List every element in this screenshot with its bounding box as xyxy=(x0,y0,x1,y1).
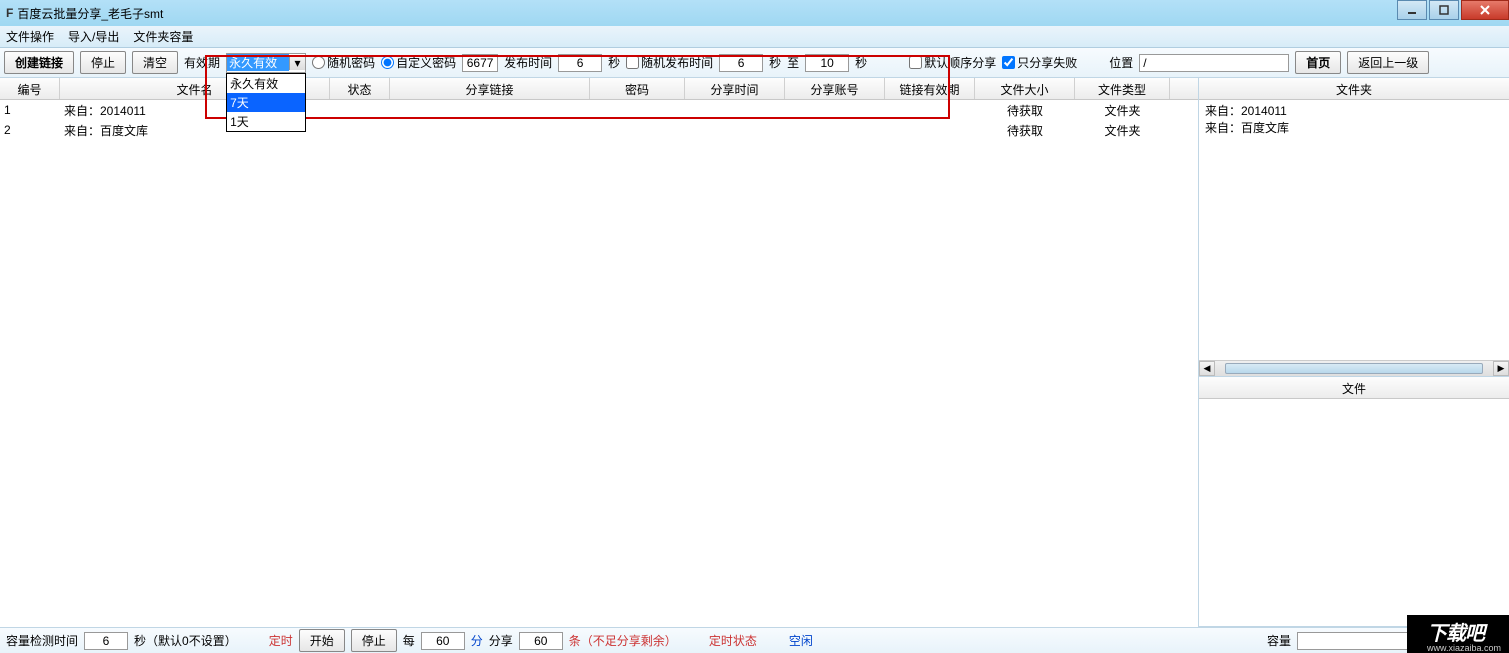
minimize-button[interactable] xyxy=(1397,0,1427,20)
share-count-input[interactable] xyxy=(519,632,563,650)
validity-combo[interactable]: 永久有效 ▾ 永久有效 7天 1天 xyxy=(226,53,306,73)
th-sharetime[interactable]: 分享时间 xyxy=(685,78,785,99)
custom-password-input[interactable] xyxy=(462,54,498,72)
folder-item[interactable]: 来自：2014011 xyxy=(1205,102,1503,119)
seconds-label2: 秒 xyxy=(769,54,781,71)
timer-status-label: 定时状态 xyxy=(709,632,757,649)
validity-option-1d[interactable]: 1天 xyxy=(227,112,305,131)
th-password[interactable]: 密码 xyxy=(590,78,685,99)
h-scrollbar[interactable]: ◀ ▶ xyxy=(1199,360,1509,376)
th-status[interactable]: 状态 xyxy=(330,78,390,99)
content-area: 编号 文件名 状态 分享链接 密码 分享时间 分享账号 链接有效期 文件大小 文… xyxy=(0,78,1509,627)
seconds-label3: 秒 xyxy=(855,54,867,71)
table-header: 编号 文件名 状态 分享链接 密码 分享时间 分享账号 链接有效期 文件大小 文… xyxy=(0,78,1198,100)
table-body: 1 来自：2014011 待获取 文件夹 2 来自：百度文库 xyxy=(0,100,1198,140)
share-label: 分享 xyxy=(489,632,513,649)
only-share-fail-checkbox[interactable]: 只分享失败 xyxy=(1002,54,1077,71)
validity-label: 有效期 xyxy=(184,54,220,71)
create-link-button[interactable]: 创建链接 xyxy=(4,51,74,74)
th-shareacct[interactable]: 分享账号 xyxy=(785,78,885,99)
close-button[interactable] xyxy=(1461,0,1509,20)
folder-item[interactable]: 来自：百度文库 xyxy=(1205,119,1503,136)
scroll-thumb[interactable] xyxy=(1225,363,1483,374)
table-row[interactable]: 2 来自：百度文库 待获取 文件夹 xyxy=(0,120,1198,140)
default-order-checkbox[interactable]: 默认顺序分享 xyxy=(909,54,996,71)
side-panel: 文件夹 来自：2014011 来自：百度文库 ◀ ▶ 文件 xyxy=(1199,78,1509,627)
timer-label: 定时 xyxy=(269,632,293,649)
main-table: 编号 文件名 状态 分享链接 密码 分享时间 分享账号 链接有效期 文件大小 文… xyxy=(0,78,1199,627)
capacity-label: 容量 xyxy=(1267,632,1291,649)
validity-dropdown: 永久有效 7天 1天 xyxy=(226,73,306,132)
watermark: 下载吧 www.xiazaiba.com xyxy=(1407,615,1509,653)
file-header[interactable]: 文件 xyxy=(1199,377,1509,399)
back-button[interactable]: 返回上一级 xyxy=(1347,51,1429,74)
file-section: 文件 xyxy=(1199,377,1509,627)
titlebar: F 百度云批量分享_老毛子smt xyxy=(0,0,1509,26)
menu-file-ops[interactable]: 文件操作 xyxy=(6,28,54,45)
maximize-button[interactable] xyxy=(1429,0,1459,20)
watermark-url: www.xiazaiba.com xyxy=(1427,643,1501,653)
capacity-check-label: 容量检测时间 xyxy=(6,632,78,649)
menu-import-export[interactable]: 导入/导出 xyxy=(68,28,119,45)
minute-label: 分 xyxy=(471,632,483,649)
publish-time-input[interactable] xyxy=(558,54,602,72)
every-label: 每 xyxy=(403,632,415,649)
random-publish-checkbox[interactable]: 随机发布时间 xyxy=(626,54,713,71)
statusbar: 容量检测时间 秒（默认0不设置） 定时 开始 停止 每 分 分享 条（不足分享剩… xyxy=(0,627,1509,653)
random-from-input[interactable] xyxy=(719,54,763,72)
th-sharelink[interactable]: 分享链接 xyxy=(390,78,590,99)
random-to-input[interactable] xyxy=(805,54,849,72)
app-icon: F xyxy=(6,6,13,20)
th-linkvalidity[interactable]: 链接有效期 xyxy=(885,78,975,99)
watermark-logo: 下载吧 xyxy=(1427,623,1484,645)
custom-password-radio[interactable]: 自定义密码 xyxy=(381,54,456,71)
file-list xyxy=(1199,399,1509,627)
to-label: 至 xyxy=(787,54,799,71)
window-title: 百度云批量分享_老毛子smt xyxy=(17,5,163,22)
clear-button[interactable]: 清空 xyxy=(132,51,178,74)
idle-status: 空闲 xyxy=(789,632,813,649)
scroll-right-icon[interactable]: ▶ xyxy=(1493,361,1509,376)
random-password-radio[interactable]: 随机密码 xyxy=(312,54,375,71)
capacity-check-hint: 秒（默认0不设置） xyxy=(134,632,237,649)
publish-time-label: 发布时间 xyxy=(504,54,552,71)
th-filetype[interactable]: 文件类型 xyxy=(1075,78,1170,99)
scroll-left-icon[interactable]: ◀ xyxy=(1199,361,1215,376)
folder-list: 来自：2014011 来自：百度文库 ◀ ▶ xyxy=(1199,100,1509,377)
folder-header[interactable]: 文件夹 xyxy=(1199,78,1509,100)
menu-folder-capacity[interactable]: 文件夹容量 xyxy=(133,28,193,45)
th-filesize[interactable]: 文件大小 xyxy=(975,78,1075,99)
capacity-check-input[interactable] xyxy=(84,632,128,650)
validity-option-7d[interactable]: 7天 xyxy=(227,93,305,112)
stop-button[interactable]: 停止 xyxy=(80,51,126,74)
timer-start-button[interactable]: 开始 xyxy=(299,629,345,652)
table-row[interactable]: 1 来自：2014011 待获取 文件夹 xyxy=(0,100,1198,120)
every-input[interactable] xyxy=(421,632,465,650)
share-hint: 条（不足分享剩余） xyxy=(569,632,677,649)
window-controls xyxy=(1395,0,1509,20)
timer-stop-button[interactable]: 停止 xyxy=(351,629,397,652)
home-button[interactable]: 首页 xyxy=(1295,51,1341,74)
location-input[interactable] xyxy=(1139,54,1289,72)
chevron-down-icon[interactable]: ▾ xyxy=(289,56,305,70)
seconds-label: 秒 xyxy=(608,54,620,71)
toolbar: 创建链接 停止 清空 有效期 永久有效 ▾ 永久有效 7天 1天 随机密码 自定… xyxy=(0,48,1509,78)
location-label: 位置 xyxy=(1109,54,1133,71)
th-index[interactable]: 编号 xyxy=(0,78,60,99)
validity-selected: 永久有效 xyxy=(227,54,289,71)
menubar: 文件操作 导入/导出 文件夹容量 xyxy=(0,26,1509,48)
validity-option-forever[interactable]: 永久有效 xyxy=(227,74,305,93)
